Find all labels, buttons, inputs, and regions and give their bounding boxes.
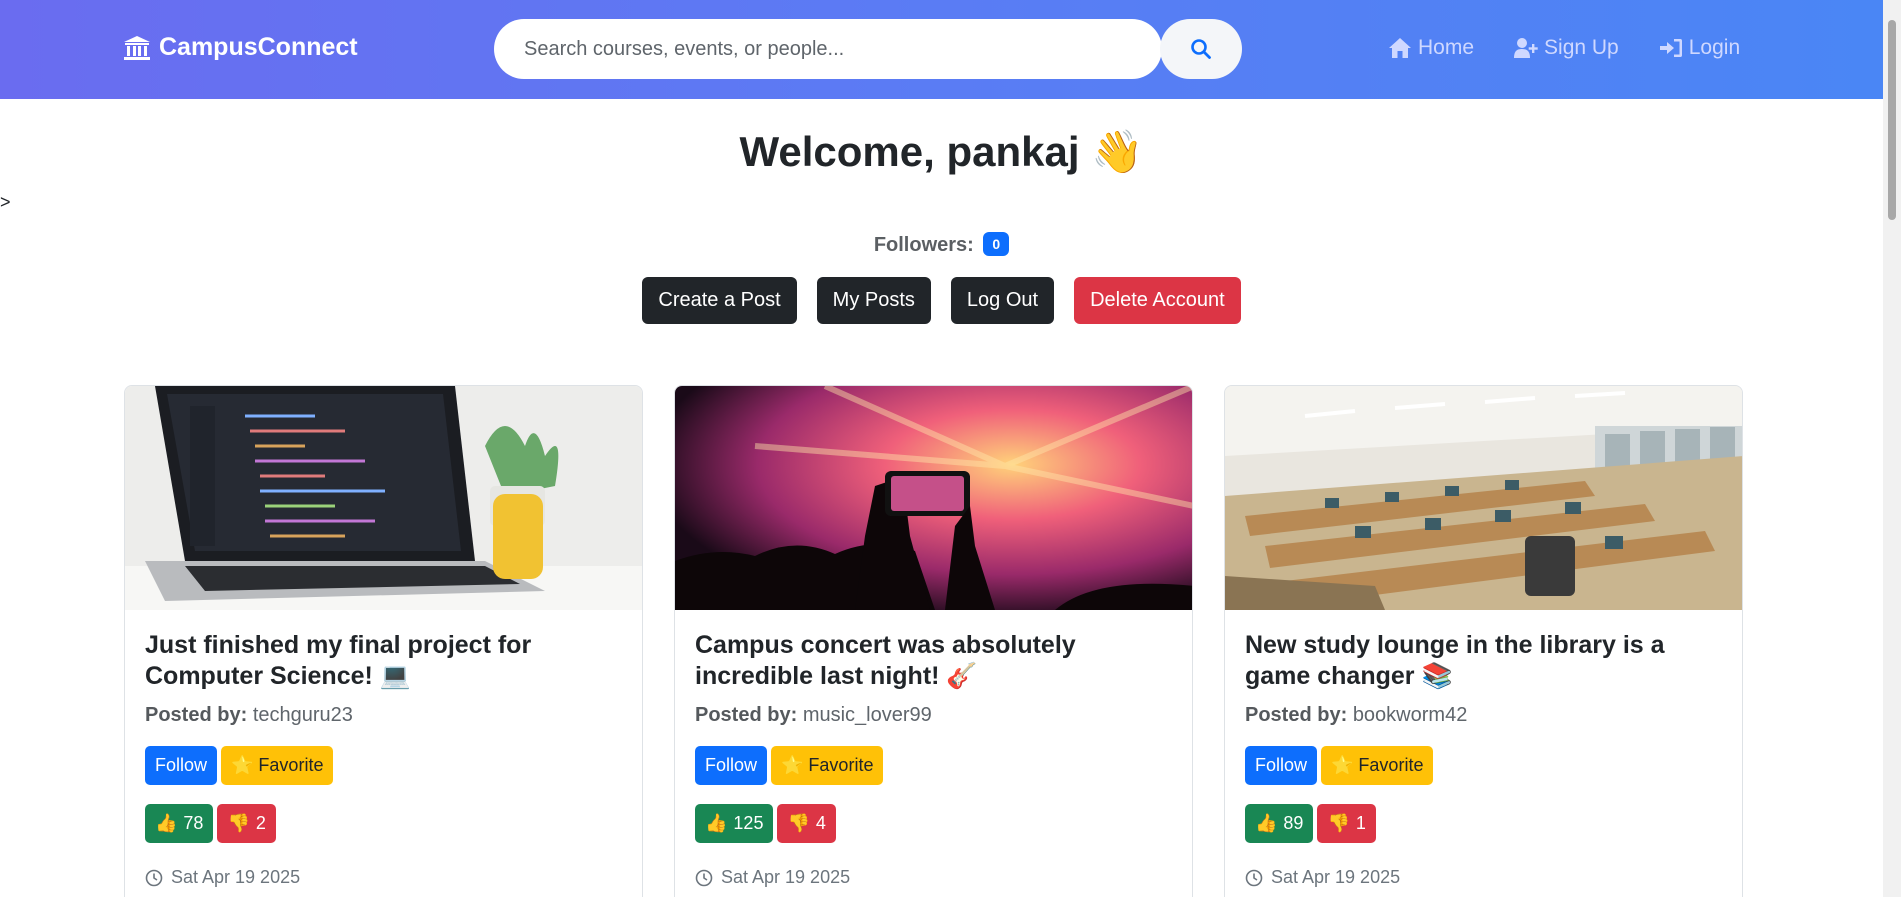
like-count: 89 [1283,813,1304,833]
followers-count-badge: 0 [983,232,1010,256]
post-author-line: Posted by: bookworm42 [1245,704,1722,727]
post-actions: Follow ⭐ Favorite [1245,746,1722,785]
dislike-count: 2 [255,813,266,833]
welcome-heading: Welcome, pankaj 👋 [739,128,1144,175]
post-actions: Follow ⭐ Favorite [145,746,622,785]
brand-name: CampusConnect [159,33,358,61]
brand-logo[interactable]: CampusConnect [123,33,358,62]
nav-signup-label: Sign Up [1544,36,1619,59]
my-posts-button[interactable]: My Posts [816,277,931,324]
delete-account-button[interactable]: Delete Account [1074,277,1241,324]
nav-links: Home Sign Up Login [1388,36,1740,60]
like-count: 125 [733,813,764,833]
follow-button[interactable]: Follow [145,746,218,785]
post-card: Just finished my final project for Compu… [124,385,643,897]
post-feed: Just finished my final project for Compu… [124,385,1743,897]
clock-icon [695,869,713,886]
favorite-button[interactable]: ⭐ Favorite [221,746,334,785]
post-title: Campus concert was absolutely incredible… [695,631,1076,690]
post-title: New study lounge in the library is a gam… [1245,631,1665,690]
post-image [125,386,642,610]
post-author-line: Posted by: techguru23 [145,704,622,727]
post-image [1225,386,1742,610]
like-button[interactable]: 👍 125 [695,804,774,843]
post-actions: Follow ⭐ Favorite [695,746,1172,785]
favorite-button[interactable]: ⭐ Favorite [771,746,884,785]
post-votes: 👍 89 👎 1 [1245,804,1722,843]
search-button[interactable] [1160,19,1242,79]
nav-signup[interactable]: Sign Up [1514,36,1619,60]
search-input[interactable] [494,19,1162,79]
followers-label: Followers: [873,234,974,256]
post-image [675,386,1192,610]
like-count: 78 [183,813,204,833]
nav-login-label: Login [1688,36,1741,59]
posted-by-label: Posted by: [1245,704,1348,726]
nav-home-label: Home [1418,36,1475,59]
nav-login[interactable]: Login [1659,36,1740,60]
stray-text: > [0,192,11,212]
post-author[interactable]: music_lover99 [803,704,932,726]
page-scrollbar[interactable] [1883,0,1901,897]
post-date-text: Sat Apr 19 2025 [721,867,851,887]
post-votes: 👍 78 👎 2 [145,804,622,843]
post-date: Sat Apr 19 2025 [695,867,1172,888]
dislike-count: 4 [815,813,826,833]
like-button[interactable]: 👍 78 [145,804,214,843]
university-icon [124,35,150,60]
post-author[interactable]: bookworm42 [1353,704,1468,726]
post-date: Sat Apr 19 2025 [1245,867,1722,888]
nav-home[interactable]: Home [1388,36,1474,60]
scrollbar-thumb[interactable] [1888,20,1896,220]
post-title: Just finished my final project for Compu… [145,631,532,690]
clock-icon [145,869,163,886]
thumbs-up-icon: 👍 [705,813,728,833]
logout-button[interactable]: Log Out [950,277,1055,324]
home-icon [1389,38,1411,58]
search-bar [494,19,1242,79]
like-button[interactable]: 👍 89 [1245,804,1314,843]
post-author[interactable]: techguru23 [253,704,353,726]
dislike-button[interactable]: 👎 1 [1317,804,1376,843]
thumbs-down-icon: 👎 [1327,813,1350,833]
dislike-button[interactable]: 👎 2 [217,804,276,843]
followers-line: Followers: 0 [0,232,1883,257]
post-author-line: Posted by: music_lover99 [695,704,1172,727]
user-plus-icon [1514,38,1538,58]
posted-by-label: Posted by: [695,704,798,726]
thumbs-up-icon: 👍 [1255,813,1278,833]
dislike-count: 1 [1355,813,1366,833]
post-votes: 👍 125 👎 4 [695,804,1172,843]
clock-icon [1245,869,1263,886]
post-date-text: Sat Apr 19 2025 [171,867,301,887]
login-icon [1659,39,1682,57]
post-date: Sat Apr 19 2025 [145,867,622,888]
thumbs-down-icon: 👎 [787,813,810,833]
dislike-button[interactable]: 👎 4 [777,804,836,843]
follow-button[interactable]: Follow [1245,746,1318,785]
favorite-button[interactable]: ⭐ Favorite [1321,746,1434,785]
navbar: CampusConnect Home Sign Up [0,0,1883,99]
post-card: New study lounge in the library is a gam… [1224,385,1743,897]
post-card: Campus concert was absolutely incredible… [674,385,1193,897]
post-date-text: Sat Apr 19 2025 [1271,867,1401,887]
account-actions: Create a Post My Posts Log Out Delete Ac… [0,277,1883,324]
thumbs-up-icon: 👍 [155,813,178,833]
thumbs-down-icon: 👎 [227,813,250,833]
search-icon [1191,39,1211,59]
posted-by-label: Posted by: [145,704,248,726]
follow-button[interactable]: Follow [695,746,768,785]
create-post-button[interactable]: Create a Post [642,277,797,324]
